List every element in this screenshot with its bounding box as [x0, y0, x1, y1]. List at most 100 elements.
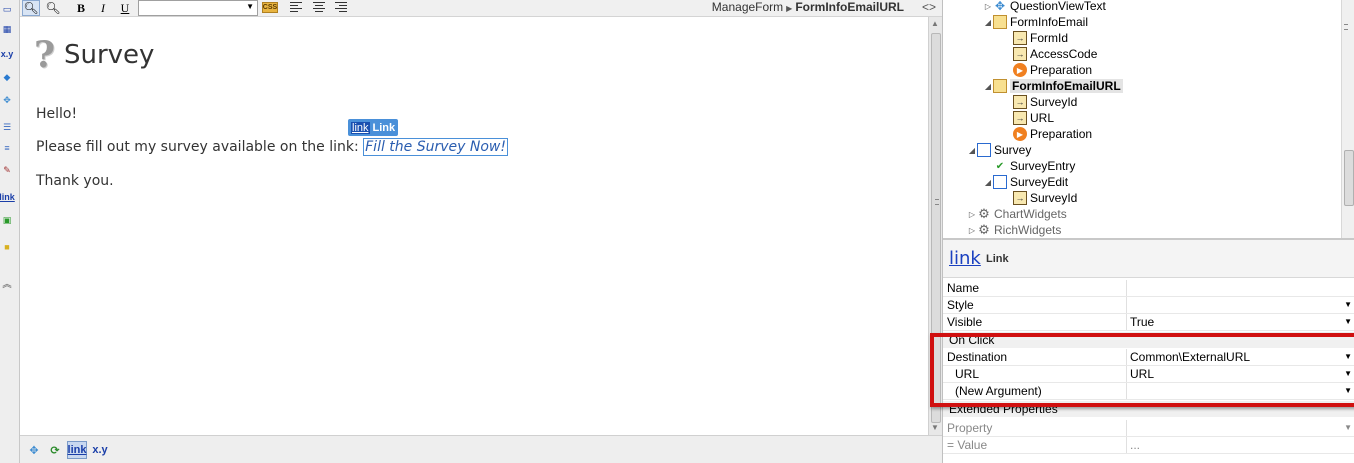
property-value[interactable]: ▼	[1127, 383, 1354, 399]
underline-button[interactable]: U	[118, 0, 132, 16]
select-icon[interactable]: 🔍︎	[22, 0, 40, 16]
page-title-row: ? Survey	[34, 37, 154, 73]
property-row[interactable]: Destination Common\ExternalURL ▼	[943, 349, 1354, 366]
chevron-down-icon[interactable]: ▼	[1344, 349, 1352, 365]
property-value[interactable]: True ▼	[1127, 314, 1354, 330]
property-name: URL	[943, 366, 1127, 382]
pointer-icon[interactable]: ▭	[0, 2, 14, 16]
breadcrumb-item[interactable]: ManageForm	[712, 0, 783, 14]
property-row[interactable]: Visible True ▼	[943, 314, 1354, 331]
tree-node[interactable]: ◢ SurveyEdit	[983, 174, 1068, 190]
scroll-up-icon[interactable]: ▲	[931, 19, 939, 28]
italic-button[interactable]: I	[96, 0, 110, 16]
zoom-icon[interactable]: 🔍︎	[44, 0, 62, 16]
collapse-arrow-icon[interactable]: ◢	[983, 82, 993, 91]
editor-canvas[interactable]: ? Survey Hello! link Link Please fill ou…	[20, 17, 928, 435]
chevron-down-icon[interactable]: ▼	[1344, 297, 1352, 313]
property-value[interactable]: ▼	[1127, 420, 1354, 436]
puzzle-icon[interactable]: ✥	[26, 441, 42, 459]
property-row[interactable]: Style ▼	[943, 297, 1354, 314]
property-row[interactable]: Property ▼	[943, 420, 1354, 437]
expression-tool[interactable]: x.y	[90, 441, 110, 459]
property-category[interactable]: On Click	[943, 332, 1354, 348]
property-value-text: URL	[1130, 367, 1155, 381]
chevron-down-icon[interactable]: ▼	[1344, 383, 1352, 399]
property-row[interactable]: = Value...	[943, 437, 1354, 454]
tree-node[interactable]: → SurveyId	[1003, 190, 1077, 206]
bold-button[interactable]: B	[74, 0, 88, 16]
property-value[interactable]: URL ▼	[1127, 366, 1354, 382]
editor-scrollbar[interactable]: ▲ ▼	[928, 17, 942, 435]
align-center-icon[interactable]	[313, 2, 325, 14]
refresh-icon[interactable]: ⟳	[47, 441, 63, 459]
tree-node[interactable]: ▷ ⚙ RichWidgets	[967, 222, 1061, 238]
entry-screen-icon: ✔	[995, 160, 1005, 172]
tree-node[interactable]: ▶ Preparation	[1003, 126, 1092, 142]
tree-node[interactable]: ▶ Preparation	[1003, 62, 1092, 78]
page-title[interactable]: Survey	[64, 40, 154, 70]
css-button[interactable]: CSS	[262, 2, 278, 13]
align-left-icon[interactable]	[290, 2, 302, 14]
note-icon[interactable]: ■	[0, 240, 14, 254]
gear-icon: ⚙	[978, 222, 990, 237]
property-row[interactable]: URL URL ▼	[943, 366, 1354, 383]
brush-icon[interactable]: ✎	[0, 163, 14, 177]
diamond-icon[interactable]: ◆	[0, 70, 14, 84]
tree-node[interactable]: ▷ ⚙ ChartWidgets	[967, 206, 1067, 222]
tree-node[interactable]: → URL	[1003, 110, 1054, 126]
collapse-icon[interactable]: ︽	[0, 276, 14, 290]
chevron-down-icon[interactable]: ▼	[1344, 366, 1352, 382]
tree-node[interactable]: ◢ FormInfoEmail	[983, 14, 1088, 30]
tree-node[interactable]: ◢ Survey	[967, 142, 1031, 158]
thanks-text[interactable]: Thank you.	[36, 173, 114, 189]
link-widget-badge[interactable]: link Link	[348, 119, 399, 136]
property-value[interactable]: ▼	[1127, 297, 1354, 313]
link-widget-icon: link	[949, 248, 981, 269]
expand-arrow-icon[interactable]: ▷	[983, 2, 993, 11]
database-icon[interactable]: ≡	[0, 141, 14, 155]
tree-node[interactable]: ◢ FormInfoEmailURL	[983, 78, 1123, 94]
property-category[interactable]: Extended Properties	[943, 401, 1354, 417]
align-right-icon[interactable]	[335, 2, 347, 14]
tree-node[interactable]: → SurveyId	[1003, 94, 1077, 110]
code-toggle-button[interactable]: <>	[922, 0, 936, 14]
scrollbar-thumb[interactable]	[931, 33, 941, 423]
expand-arrow-icon[interactable]: ▷	[967, 226, 977, 235]
link-tool-selected[interactable]: link	[67, 441, 87, 459]
body-paragraph[interactable]: Please fill out my survey available on t…	[36, 138, 508, 156]
font-select[interactable]: ▼	[138, 0, 258, 16]
scroll-down-icon[interactable]: ▼	[931, 423, 939, 432]
expression-tool[interactable]: x.y	[0, 47, 14, 61]
property-value[interactable]	[1127, 280, 1354, 296]
survey-link[interactable]: Fill the Survey Now!	[363, 138, 508, 156]
list-icon[interactable]: ☰	[0, 120, 14, 134]
tree-node[interactable]: ▷ ✥ QuestionViewText	[983, 0, 1106, 14]
tree-node[interactable]: ✔ SurveyEntry	[983, 158, 1076, 174]
image-icon[interactable]: ▣	[0, 213, 14, 227]
tree-node[interactable]: → FormId	[1003, 30, 1068, 46]
body-text: Please fill out my survey available on t…	[36, 139, 364, 155]
grip-icon	[1344, 24, 1348, 30]
breadcrumb-current[interactable]: FormInfoEmailURL	[795, 0, 904, 14]
hello-text[interactable]: Hello!	[36, 106, 77, 122]
property-name: = Value	[943, 437, 1127, 453]
module-tree[interactable]: ▷ ✥ QuestionViewText ◢ FormInfoEmail → FormId →…	[943, 0, 1341, 238]
link-tool[interactable]: link	[0, 190, 15, 204]
puzzle-icon[interactable]: ✥	[0, 93, 14, 107]
property-row[interactable]: (New Argument) ▼	[943, 383, 1354, 400]
scrollbar-thumb[interactable]	[1344, 150, 1354, 206]
collapse-arrow-icon[interactable]: ◢	[983, 178, 993, 187]
collapse-arrow-icon[interactable]: ◢	[983, 18, 993, 27]
expand-arrow-icon[interactable]: ▷	[967, 210, 977, 219]
property-row[interactable]: Name	[943, 280, 1354, 297]
tree-node-label: SurveyEntry	[1010, 159, 1076, 173]
property-value[interactable]: Common\ExternalURL ▼	[1127, 349, 1354, 365]
chevron-down-icon[interactable]: ▼	[1344, 314, 1352, 330]
property-name: (New Argument)	[943, 383, 1127, 399]
tree-scrollbar[interactable]	[1341, 0, 1354, 238]
property-value[interactable]: ...	[1127, 437, 1354, 453]
chevron-down-icon[interactable]: ▼	[1344, 420, 1352, 436]
table-icon[interactable]: ▦	[0, 22, 14, 36]
tree-node[interactable]: → AccessCode	[1003, 46, 1097, 62]
collapse-arrow-icon[interactable]: ◢	[967, 146, 977, 155]
